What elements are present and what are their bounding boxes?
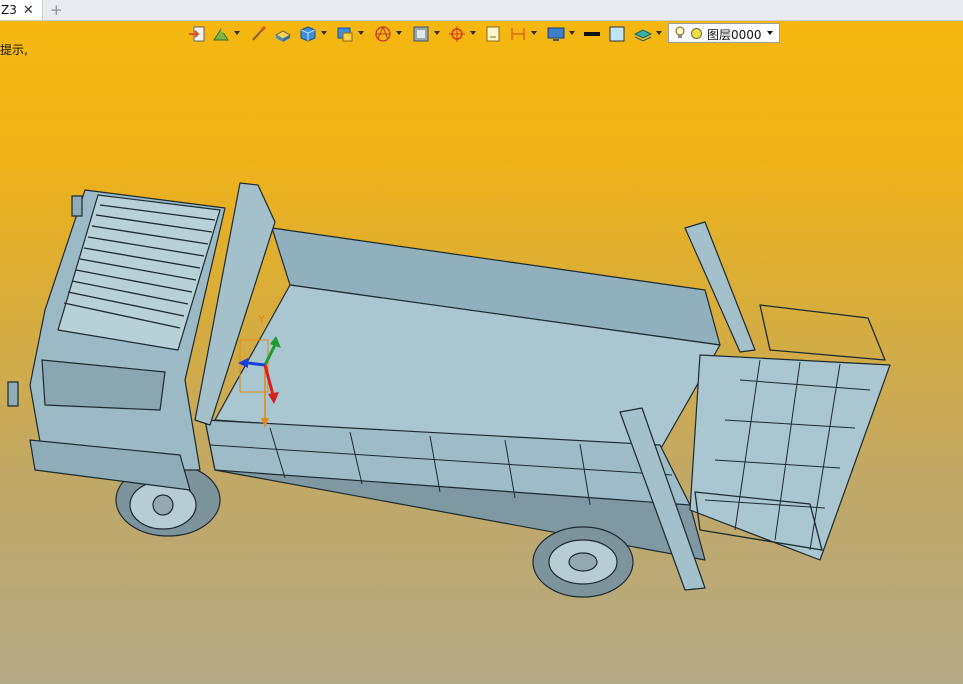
layer-stack-icon[interactable] <box>634 25 652 43</box>
lightbulb-icon[interactable] <box>674 26 686 40</box>
dropdown-arrow[interactable] <box>569 31 575 35</box>
dropdown-arrow[interactable] <box>234 31 240 35</box>
import-icon[interactable] <box>188 25 206 43</box>
dropdown-arrow[interactable] <box>358 31 364 35</box>
wireframe-sphere-icon[interactable] <box>374 25 392 43</box>
close-icon[interactable]: ✕ <box>23 4 34 17</box>
tab-bar: Z3 ✕ + <box>0 0 963 21</box>
axis-y-label: Y <box>257 313 265 326</box>
dimension-icon[interactable] <box>509 25 527 43</box>
line-color-swatch[interactable] <box>583 25 601 43</box>
dropdown-arrow[interactable] <box>470 31 476 35</box>
3d-viewport[interactable]: Y <box>0 47 963 684</box>
plus-icon[interactable]: + <box>50 1 63 19</box>
dropdown-arrow[interactable] <box>656 31 662 35</box>
chevron-down-icon[interactable] <box>767 31 773 35</box>
fill-color-swatch[interactable] <box>608 25 626 43</box>
layer-name: 图层0000 <box>707 28 762 42</box>
tab-z3[interactable]: Z3 ✕ <box>0 0 43 20</box>
cube-icon[interactable] <box>299 25 317 43</box>
view-frame-icon[interactable] <box>412 25 430 43</box>
layer-select[interactable]: 图层0000 <box>668 23 780 43</box>
layer-color-dot <box>691 28 702 39</box>
tab-label: Z3 <box>1 3 17 17</box>
dropdown-arrow[interactable] <box>531 31 537 35</box>
target-icon[interactable] <box>448 25 466 43</box>
shaded-view-icon[interactable] <box>336 25 354 43</box>
dropdown-arrow[interactable] <box>321 31 327 35</box>
dropdown-arrow[interactable] <box>396 31 402 35</box>
brush-icon[interactable] <box>250 25 268 43</box>
solid-box-icon[interactable] <box>274 25 292 43</box>
sketch-color-icon[interactable] <box>212 25 230 43</box>
dropdown-arrow[interactable] <box>434 31 440 35</box>
truck-3d-model <box>7 182 891 598</box>
sheet-icon[interactable] <box>484 25 502 43</box>
monitor-icon[interactable] <box>547 25 565 43</box>
